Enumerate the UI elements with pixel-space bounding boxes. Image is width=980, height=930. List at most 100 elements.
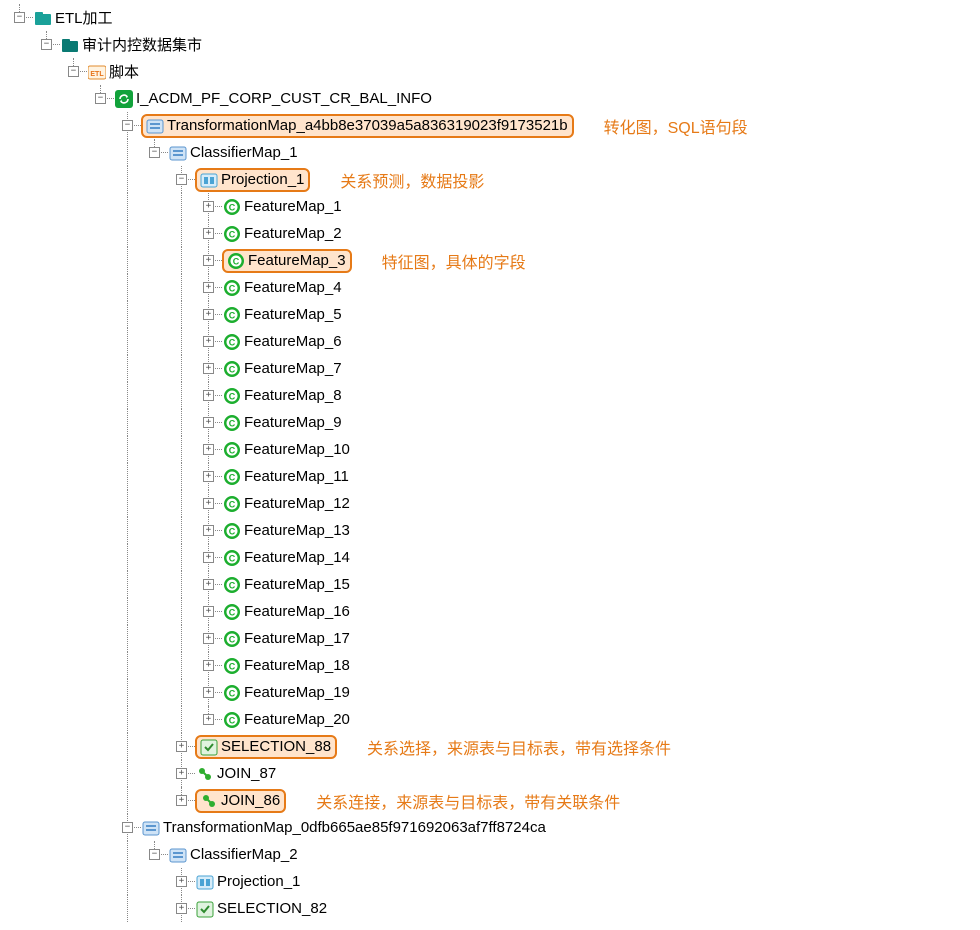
expand-toggle[interactable]: − — [122, 822, 133, 833]
expand-toggle[interactable]: − — [176, 174, 187, 185]
tree-node-script[interactable]: − 脚本 — [6, 58, 980, 85]
tree-label: FeatureMap_14 — [244, 549, 350, 566]
tree-node-feature[interactable]: +FeatureMap_11 — [6, 463, 980, 490]
tree-node-proj1[interactable]: −Projection_1 关系预测，数据投影 — [6, 166, 980, 193]
expand-toggle[interactable]: + — [203, 714, 214, 725]
expand-toggle[interactable]: − — [149, 849, 160, 860]
expand-toggle[interactable]: + — [203, 579, 214, 590]
tree-label: FeatureMap_13 — [244, 522, 350, 539]
projection-icon — [195, 872, 215, 892]
tree-node-feature[interactable]: +FeatureMap_16 — [6, 598, 980, 625]
expand-toggle[interactable]: + — [176, 768, 187, 779]
expand-toggle[interactable]: + — [203, 282, 214, 293]
expand-toggle[interactable]: − — [149, 147, 160, 158]
tree-node-feature[interactable]: +FeatureMap_12 — [6, 490, 980, 517]
tree-node-job[interactable]: −I_ACDM_PF_CORP_CUST_CR_BAL_INFO — [6, 85, 980, 112]
feature-icon — [222, 575, 242, 595]
join-icon — [199, 791, 219, 811]
tree-node-join87[interactable]: +JOIN_87 — [6, 760, 980, 787]
expand-toggle[interactable]: + — [203, 201, 214, 212]
expand-toggle[interactable]: + — [203, 498, 214, 509]
tree-node-feature[interactable]: +FeatureMap_1 — [6, 193, 980, 220]
feature-icon — [222, 332, 242, 352]
tree-node-mart[interactable]: − 审计内控数据集市 — [6, 31, 980, 58]
expand-toggle[interactable]: + — [203, 228, 214, 239]
tree-node-feature[interactable]: +FeatureMap_17 — [6, 625, 980, 652]
tree-node-feature[interactable]: + FeatureMap_18 — [6, 652, 980, 679]
tree-node-feature[interactable]: +FeatureMap_4 — [6, 274, 980, 301]
expand-toggle[interactable]: − — [41, 39, 52, 50]
tree-node-feature[interactable]: +FeatureMap_19 — [6, 679, 980, 706]
expand-toggle[interactable]: + — [203, 444, 214, 455]
tree-label: ClassifierMap_1 — [190, 144, 298, 161]
tree-label: TransformationMap_a4bb8e37039a5a83631902… — [167, 117, 568, 134]
expand-toggle[interactable]: + — [203, 336, 214, 347]
tree-label: FeatureMap_6 — [244, 333, 342, 350]
tree-node-feature[interactable]: + FeatureMap_20 — [6, 706, 980, 733]
expand-toggle[interactable]: + — [203, 390, 214, 401]
tree-node-tmap1[interactable]: − TransformationMap_a4bb8e37039a5a8363190… — [6, 112, 980, 139]
tree-node-proj2[interactable]: +Projection_1 — [6, 868, 980, 895]
expand-toggle[interactable]: + — [203, 606, 214, 617]
expand-toggle[interactable]: + — [203, 660, 214, 671]
expand-toggle[interactable]: + — [203, 525, 214, 536]
feature-icon — [222, 224, 242, 244]
expand-toggle[interactable]: + — [203, 687, 214, 698]
expand-toggle[interactable]: + — [203, 417, 214, 428]
expand-toggle[interactable]: + — [176, 741, 187, 752]
tree-label: FeatureMap_20 — [244, 711, 350, 728]
highlight: SELECTION_88 — [195, 735, 337, 759]
folder-icon — [33, 8, 53, 28]
tree-node-feature[interactable]: +FeatureMap_3特征图，具体的字段 — [6, 247, 980, 274]
expand-toggle[interactable]: + — [203, 309, 214, 320]
tree-node-feature[interactable]: +FeatureMap_10 — [6, 436, 980, 463]
expand-toggle[interactable]: − — [122, 120, 133, 131]
feature-icon — [222, 413, 242, 433]
tree-label: ClassifierMap_2 — [190, 846, 298, 863]
feature-icon — [222, 521, 242, 541]
annotation: 关系预测，数据投影 — [340, 168, 484, 192]
refresh-icon — [114, 89, 134, 109]
tree-label: FeatureMap_18 — [244, 657, 350, 674]
feature-icon — [226, 251, 246, 271]
tree-node-sel82[interactable]: +SELECTION_82 — [6, 895, 980, 922]
tree-node-feature[interactable]: + FeatureMap_2 — [6, 220, 980, 247]
tree-label: 脚本 — [109, 61, 139, 82]
highlight: FeatureMap_3 — [222, 249, 352, 273]
expand-toggle[interactable]: + — [203, 552, 214, 563]
tree-label: FeatureMap_3 — [248, 252, 346, 269]
expand-toggle[interactable]: + — [176, 795, 187, 806]
expand-toggle[interactable]: + — [203, 255, 214, 266]
annotation: 关系选择，来源表与目标表，带有选择条件 — [367, 735, 671, 759]
tree-node-selection88[interactable]: + SELECTION_88 关系选择，来源表与目标表，带有选择条件 — [6, 733, 980, 760]
tree-node-join86[interactable]: +JOIN_86关系连接，来源表与目标表，带有关联条件 — [6, 787, 980, 814]
expand-toggle[interactable]: − — [95, 93, 106, 104]
tree-node-root[interactable]: −ETL加工 — [6, 4, 980, 31]
feature-icon — [222, 548, 242, 568]
highlight: Projection_1 — [195, 168, 310, 192]
tree-node-feature[interactable]: +FeatureMap_5 — [6, 301, 980, 328]
tree-label: 审计内控数据集市 — [82, 34, 202, 55]
expand-toggle[interactable]: + — [176, 903, 187, 914]
expand-toggle[interactable]: + — [203, 363, 214, 374]
tree-node-cmap2[interactable]: − ClassifierMap_2 — [6, 841, 980, 868]
tree-node-feature[interactable]: +FeatureMap_9 — [6, 409, 980, 436]
tree-node-cmap1[interactable]: − ClassifierMap_1 — [6, 139, 980, 166]
tree-node-feature[interactable]: +FeatureMap_15 — [6, 571, 980, 598]
expand-toggle[interactable]: + — [176, 876, 187, 887]
tree-node-feature[interactable]: +FeatureMap_7 — [6, 355, 980, 382]
selection-icon — [195, 899, 215, 919]
tree-node-feature[interactable]: + FeatureMap_13 — [6, 517, 980, 544]
tree-label: FeatureMap_2 — [244, 225, 342, 242]
highlight: JOIN_86 — [195, 789, 286, 813]
annotation: 转化图，SQL语句段 — [604, 114, 748, 138]
tree-node-feature[interactable]: + FeatureMap_14 — [6, 544, 980, 571]
expand-toggle[interactable]: − — [14, 12, 25, 23]
tree-node-feature[interactable]: +FeatureMap_8 — [6, 382, 980, 409]
expand-toggle[interactable]: + — [203, 633, 214, 644]
tree-node-feature[interactable]: + FeatureMap_6 — [6, 328, 980, 355]
expand-toggle[interactable]: + — [203, 471, 214, 482]
projection-icon — [199, 170, 219, 190]
tree-node-tmap2[interactable]: −TransformationMap_0dfb665ae85f971692063… — [6, 814, 980, 841]
expand-toggle[interactable]: − — [68, 66, 79, 77]
